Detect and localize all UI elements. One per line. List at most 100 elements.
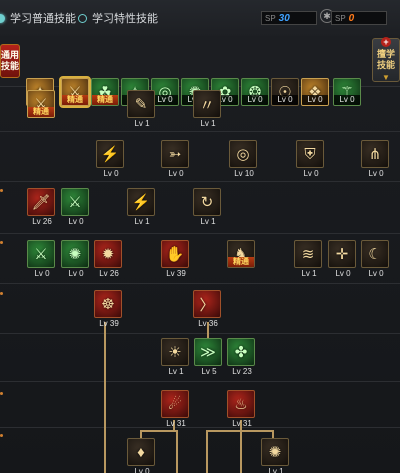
- blade-icon[interactable]: 🗡: [27, 188, 55, 216]
- green-slash-icon[interactable]: ⚔: [27, 240, 55, 268]
- fire-circle-skill[interactable]: ☸ Lv 39: [94, 290, 124, 328]
- crescent-skill[interactable]: ☾ Lv 0: [361, 240, 391, 278]
- sword-slash-icon[interactable]: ⚔ 精通: [27, 90, 55, 118]
- fire-fist-icon[interactable]: ☄: [161, 390, 189, 418]
- fire-circle-icon[interactable]: ☸: [94, 290, 122, 318]
- row-marker: [0, 392, 3, 395]
- spiral-skill[interactable]: ◎ Lv 10: [229, 140, 259, 178]
- green-blade-icon[interactable]: ⚔: [61, 188, 89, 216]
- skill-icon[interactable]: ☉ Lv 0: [271, 78, 299, 106]
- wave-skill[interactable]: ≋ Lv 1: [294, 240, 324, 278]
- wind-blade-skill[interactable]: 〃 Lv 1: [193, 90, 223, 128]
- fire-fist-skill[interactable]: ☄ Lv 31: [161, 390, 191, 428]
- skill-level-label: Lv 1: [134, 119, 150, 128]
- skill-level-label: Lv 0: [272, 95, 298, 105]
- row-divider: [0, 131, 400, 132]
- fire-slash-skill[interactable]: 〉 Lv 36: [193, 290, 223, 328]
- fire-figure-skill[interactable]: ♨ Lv 31: [227, 390, 257, 428]
- row-marker: [0, 434, 3, 437]
- fire-hand-icon[interactable]: ✋: [161, 240, 189, 268]
- skill-level-label: Lv 26: [32, 217, 52, 226]
- shield-icon[interactable]: ⛨: [296, 140, 324, 168]
- quick-skill-slot[interactable]: ❖ Lv 0: [301, 78, 331, 106]
- arrow-icon[interactable]: ➳: [161, 140, 189, 168]
- row-divider: [0, 333, 400, 334]
- green-slash-skill[interactable]: ⚔ Lv 0: [27, 240, 57, 278]
- green-figure-icon[interactable]: ✤: [227, 338, 255, 366]
- wave-icon[interactable]: ≋: [294, 240, 322, 268]
- row-divider: [0, 233, 400, 234]
- spark-skill[interactable]: ✛ Lv 0: [328, 240, 358, 278]
- fire-pillar-skill[interactable]: ♦ Lv 0: [127, 438, 157, 473]
- green-dash-icon[interactable]: ≫: [194, 338, 222, 366]
- green-figure-skill[interactable]: ✤ Lv 23: [227, 338, 257, 376]
- quick-skill-slot[interactable]: ☉ Lv 0: [271, 78, 301, 106]
- whirl-icon[interactable]: ↻: [193, 188, 221, 216]
- sword-slash-skill[interactable]: ⚔ 精通: [27, 90, 57, 118]
- green-blade-skill[interactable]: ⚔ Lv 0: [61, 188, 91, 226]
- skill-level-label: Lv 1: [200, 119, 216, 128]
- skill-icon[interactable]: ⚚ Lv 0: [333, 78, 361, 106]
- skill-level-label: Lv 0: [103, 169, 119, 178]
- skill-level-label: Lv 1: [200, 217, 216, 226]
- sun-icon[interactable]: ☀: [161, 338, 189, 366]
- skill-icon[interactable]: ❂ Lv 0: [241, 78, 269, 106]
- trident-skill[interactable]: ⋔ Lv 0: [361, 140, 391, 178]
- claw-skill[interactable]: ✎ Lv 1: [127, 90, 157, 128]
- skill-level-label: Lv 0: [335, 269, 351, 278]
- skill-level-label: Lv 0: [368, 269, 384, 278]
- skill-glyph-icon: ☸: [101, 296, 115, 313]
- fire-slash-icon[interactable]: 〉: [193, 290, 221, 318]
- dagger-skill[interactable]: ⚡ Lv 0: [96, 140, 126, 178]
- skill-level-label: Lv 0: [303, 169, 319, 178]
- skill-glyph-icon: ≫: [200, 344, 216, 361]
- skill-glyph-icon: ✛: [335, 246, 349, 263]
- arrow-skill[interactable]: ➳ Lv 0: [161, 140, 191, 178]
- common-skills-button[interactable]: 通用 技能: [0, 44, 20, 78]
- claw-icon[interactable]: ✎: [127, 90, 155, 118]
- warrior-skill[interactable]: ♞ 精通: [227, 240, 257, 268]
- skill-level-label: Lv 0: [168, 169, 184, 178]
- skill-level-label: Lv 39: [166, 269, 186, 278]
- green-burst-icon[interactable]: ✺: [61, 240, 89, 268]
- vortex-icon[interactable]: ✺: [261, 438, 289, 466]
- radio-selected-icon[interactable]: [0, 13, 5, 23]
- sun-skill[interactable]: ☀ Lv 1: [161, 338, 191, 376]
- flame-orb-icon[interactable]: ✹: [94, 240, 122, 268]
- spark-icon[interactable]: ✛: [328, 240, 356, 268]
- fire-pillar-icon[interactable]: ♦: [127, 438, 155, 466]
- strike-skill[interactable]: ⚡ Lv 1: [127, 188, 157, 226]
- skill-glyph-icon: ⚔: [68, 194, 82, 211]
- warrior-icon[interactable]: ♞ 精通: [227, 240, 255, 268]
- skill-glyph-icon: ⋔: [368, 146, 382, 163]
- green-burst-skill[interactable]: ✺ Lv 0: [61, 240, 91, 278]
- skill-glyph-icon: ↻: [200, 194, 214, 211]
- quick-skill-slot[interactable]: ❂ Lv 0: [241, 78, 271, 106]
- green-dash-skill[interactable]: ≫ Lv 5: [194, 338, 224, 376]
- fire-figure-icon[interactable]: ♨: [227, 390, 255, 418]
- sp-orange-value: 0: [348, 12, 355, 24]
- trident-icon[interactable]: ⋔: [361, 140, 389, 168]
- wind-blade-icon[interactable]: 〃: [193, 90, 221, 118]
- quick-skill-slot[interactable]: ⚚ Lv 0: [333, 78, 363, 106]
- dagger-icon[interactable]: ⚡: [96, 140, 124, 168]
- preferred-skills-button[interactable]: + 擅学 技能 ▼: [372, 37, 400, 82]
- crescent-icon[interactable]: ☾: [361, 240, 389, 268]
- radio-icon[interactable]: [78, 13, 87, 23]
- skill-icon[interactable]: ❖ Lv 0: [301, 78, 329, 106]
- quick-skill-slot[interactable]: ⚔ 精通: [59, 76, 91, 108]
- tab-normal-skills[interactable]: 学习普通技能: [0, 10, 76, 26]
- quick-skill-slot[interactable]: ☘ 精通: [91, 78, 121, 106]
- tab-special-skills[interactable]: 学习特性技能: [78, 10, 158, 26]
- fire-hand-skill[interactable]: ✋ Lv 39: [161, 240, 191, 278]
- shield-skill[interactable]: ⛨ Lv 0: [296, 140, 326, 178]
- vortex-skill[interactable]: ✺ Lv 1: [261, 438, 291, 473]
- blade-skill[interactable]: 🗡 Lv 26: [27, 188, 57, 226]
- spiral-icon[interactable]: ◎: [229, 140, 257, 168]
- skill-icon[interactable]: ☘ 精通: [91, 78, 119, 106]
- flame-orb-skill[interactable]: ✹ Lv 26: [94, 240, 124, 278]
- add-icon: +: [381, 37, 391, 47]
- skill-icon[interactable]: ⚔ 精通: [59, 76, 91, 108]
- strike-icon[interactable]: ⚡: [127, 188, 155, 216]
- whirl-skill[interactable]: ↻ Lv 1: [193, 188, 223, 226]
